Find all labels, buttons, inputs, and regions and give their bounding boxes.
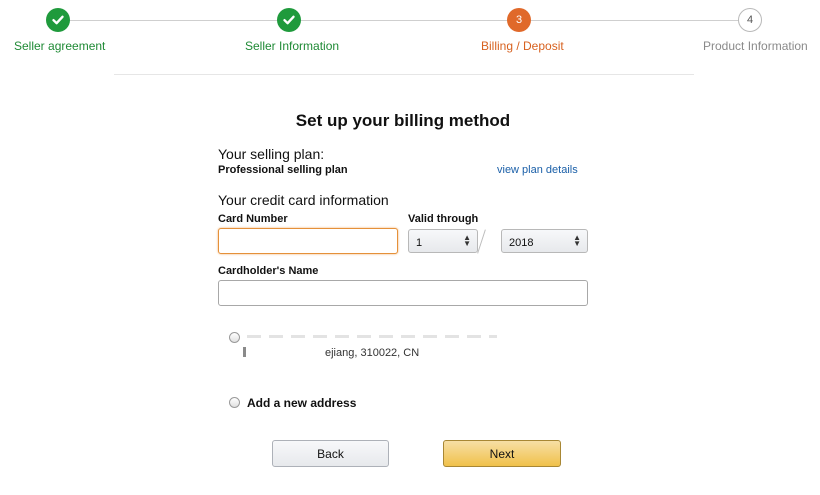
select-arrows-icon: ▲ ▼ xyxy=(573,233,581,248)
valid-through-label: Valid through xyxy=(408,213,479,225)
credit-card-heading: Your credit card information xyxy=(218,192,389,208)
page-title: Set up your billing method xyxy=(295,111,511,130)
existing-address-obscured-start xyxy=(243,347,246,357)
expiry-month-value: 1 xyxy=(416,237,423,249)
expiry-month-select[interactable]: 1 ▲ ▼ xyxy=(408,229,478,253)
add-new-address-label[interactable]: Add a new address xyxy=(247,396,356,410)
step-2-label: Seller Information xyxy=(245,39,340,53)
next-button[interactable]: Next xyxy=(443,440,561,467)
view-plan-details-link[interactable]: view plan details xyxy=(497,164,578,176)
expiry-separator xyxy=(477,229,486,254)
expiry-year-select[interactable]: 2018 ▲ ▼ xyxy=(501,229,588,253)
new-address-radio[interactable] xyxy=(229,397,240,408)
selling-plan-name: Professional selling plan xyxy=(218,164,348,176)
header-divider xyxy=(114,74,694,75)
expiry-year-value: 2018 xyxy=(509,237,534,249)
step-2-check-icon xyxy=(277,8,301,32)
back-button[interactable]: Back xyxy=(272,440,389,467)
step-1-label: Seller agreement xyxy=(14,39,106,53)
existing-address-text: ejiang, 310022, CN xyxy=(325,347,420,359)
existing-address-radio[interactable] xyxy=(229,332,240,343)
step-3-number: 3 xyxy=(507,8,531,32)
step-1-check-icon xyxy=(46,8,70,32)
selling-plan-heading: Your selling plan: xyxy=(218,146,325,162)
existing-address-obscured-line xyxy=(247,335,497,338)
cardholder-name-label: Cardholder's Name xyxy=(218,265,319,277)
step-4-number: 4 xyxy=(738,8,762,32)
cardholder-name-input[interactable] xyxy=(218,280,588,306)
step-3-label: Billing / Deposit xyxy=(481,39,564,53)
card-number-label: Card Number xyxy=(218,213,288,225)
progress-track xyxy=(58,20,750,21)
card-number-input[interactable] xyxy=(218,228,398,254)
select-arrows-icon: ▲ ▼ xyxy=(463,233,471,248)
step-4-label: Product Information xyxy=(703,39,808,53)
